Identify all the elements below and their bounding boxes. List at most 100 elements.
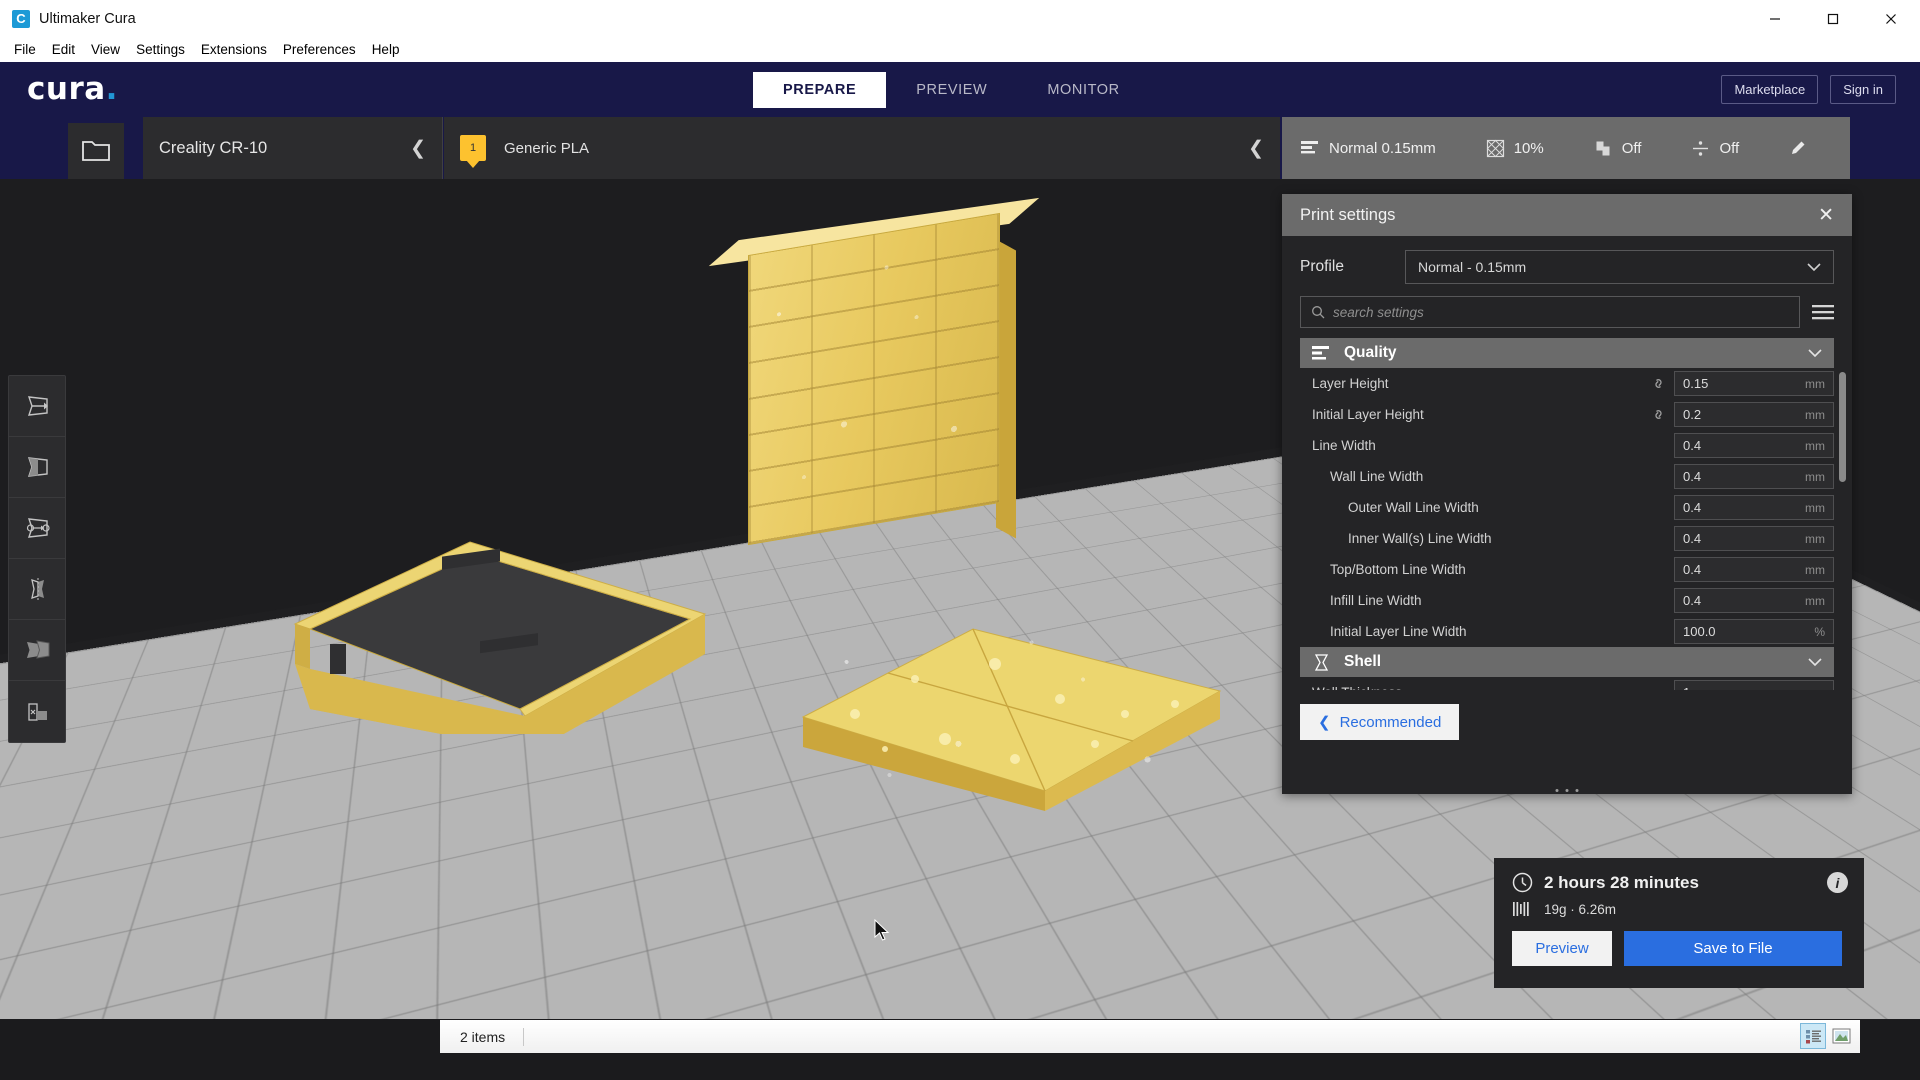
setting-label: Wall Line Width	[1312, 469, 1666, 484]
menu-item-preferences[interactable]: Preferences	[283, 42, 356, 57]
minimize-icon[interactable]	[1746, 0, 1804, 37]
menu-item-edit[interactable]: Edit	[52, 42, 75, 57]
panel-resize-handle[interactable]	[1556, 789, 1579, 792]
setting-label: Initial Layer Height	[1312, 407, 1643, 422]
edit-settings-button[interactable]	[1789, 139, 1807, 157]
setting-field[interactable]: 100.0 %	[1674, 619, 1834, 644]
setting-value: 0.15	[1683, 376, 1708, 391]
recommended-label: Recommended	[1340, 714, 1442, 731]
tab-preview[interactable]: PREVIEW	[886, 72, 1017, 108]
setting-unit: mm	[1805, 594, 1825, 608]
preview-button[interactable]: Preview	[1512, 931, 1612, 966]
setting-value: 100.0	[1683, 624, 1716, 639]
scale-tool[interactable]	[9, 437, 66, 498]
machine-name: Creality CR-10	[159, 139, 410, 158]
tab-monitor[interactable]: MONITOR	[1017, 72, 1149, 108]
profile-value: Normal - 0.15mm	[1418, 259, 1526, 275]
setting-row-infill-line-width[interactable]: Infill Line Width 0.4 mm	[1300, 585, 1834, 616]
setting-row-top-bottom-line-width[interactable]: Top/Bottom Line Width 0.4 mm	[1300, 554, 1834, 585]
setting-field[interactable]: 0.15 mm	[1674, 371, 1834, 396]
machine-selector[interactable]: Creality CR-10 ❮	[143, 117, 443, 179]
open-file-button[interactable]	[68, 123, 124, 179]
rotate-tool[interactable]	[9, 498, 66, 559]
mirror-tool[interactable]	[9, 559, 66, 620]
profile-dropdown[interactable]: Normal - 0.15mm	[1405, 250, 1834, 284]
search-icon	[1311, 305, 1325, 319]
setting-unit: mm	[1805, 470, 1825, 484]
setting-field[interactable]: 0.4 mm	[1674, 588, 1834, 613]
setting-row-inner-wall-line-width[interactable]: Inner Wall(s) Line Width 0.4 mm	[1300, 523, 1834, 554]
material-usage-row: 19g · 6.26m	[1512, 901, 1846, 917]
settings-group-quality[interactable]: Quality	[1300, 338, 1834, 368]
link-icon[interactable]	[1651, 377, 1666, 390]
menu-item-extensions[interactable]: Extensions	[201, 42, 267, 57]
material-selector[interactable]: 1 Generic PLA ❮	[444, 117, 1280, 179]
search-settings-box[interactable]	[1300, 296, 1800, 328]
print-settings-summary[interactable]: Normal 0.15mm 10% Off Off	[1282, 117, 1850, 179]
model-tools-toolbar	[8, 375, 66, 743]
title-bar: C Ultimaker Cura	[0, 0, 1920, 37]
per-model-settings-tool[interactable]	[9, 620, 66, 681]
setting-value: 0.4	[1683, 438, 1701, 453]
group-title-shell: Shell	[1344, 653, 1381, 671]
menu-item-settings[interactable]: Settings	[136, 42, 185, 57]
setting-field[interactable]: 1 mm	[1674, 680, 1834, 690]
model-stone-wall[interactable]	[748, 213, 1000, 545]
material-name: Generic PLA	[504, 140, 589, 157]
summary-infill[interactable]: 10%	[1486, 139, 1544, 158]
setting-row-outer-wall-line-width[interactable]: Outer Wall Line Width 0.4 mm	[1300, 492, 1834, 523]
setting-row-layer-height[interactable]: Layer Height 0.15 mm	[1300, 368, 1834, 399]
setting-field[interactable]: 0.4 mm	[1674, 495, 1834, 520]
summary-adhesion[interactable]: Off	[1691, 139, 1739, 158]
close-icon[interactable]: ✕	[1818, 206, 1834, 225]
mouse-cursor	[874, 919, 892, 943]
setting-row-wall-thickness[interactable]: Wall Thickness 1 mm	[1300, 677, 1834, 690]
app-header: cura. PREPARE PREVIEW MONITOR Marketplac…	[0, 62, 1920, 117]
setting-row-line-width[interactable]: Line Width 0.4 mm	[1300, 430, 1834, 461]
thumbnail-view-icon[interactable]	[1828, 1023, 1854, 1049]
setting-unit: mm	[1805, 501, 1825, 515]
setting-unit: mm	[1805, 686, 1825, 691]
window-title: Ultimaker Cura	[39, 11, 136, 27]
setting-value: 0.2	[1683, 407, 1701, 422]
save-to-file-button[interactable]: Save to File	[1624, 931, 1842, 966]
setting-field[interactable]: 0.4 mm	[1674, 433, 1834, 458]
tab-prepare[interactable]: PREPARE	[753, 72, 886, 108]
cura-wordmark-text: cura	[27, 71, 106, 107]
setting-field[interactable]: 0.2 mm	[1674, 402, 1834, 427]
menu-item-help[interactable]: Help	[372, 42, 400, 57]
summary-support[interactable]: Off	[1594, 139, 1642, 158]
details-view-icon[interactable]	[1800, 1023, 1826, 1049]
close-icon[interactable]	[1862, 0, 1920, 37]
support-blocker-tool[interactable]	[9, 681, 66, 742]
search-input[interactable]	[1333, 305, 1789, 320]
setting-field[interactable]: 0.4 mm	[1674, 557, 1834, 582]
setting-label: Outer Wall Line Width	[1312, 500, 1666, 515]
marketplace-button[interactable]: Marketplace	[1721, 75, 1818, 104]
settings-list[interactable]: Quality Layer Height 0.15 mm Initial Lay…	[1282, 338, 1852, 690]
model-stone-floor[interactable]	[795, 619, 1225, 814]
setting-value: 0.4	[1683, 593, 1701, 608]
settings-scrollbar[interactable]	[1839, 372, 1846, 482]
status-strip: 2 items	[440, 1020, 1860, 1053]
link-icon[interactable]	[1651, 408, 1666, 421]
scale-icon	[23, 454, 53, 480]
setting-field[interactable]: 0.4 mm	[1674, 464, 1834, 489]
menu-item-file[interactable]: File	[14, 42, 36, 57]
menu-item-view[interactable]: View	[91, 42, 120, 57]
recommended-mode-button[interactable]: ❮ Recommended	[1300, 704, 1459, 740]
move-tool[interactable]	[9, 376, 66, 437]
setting-row-initial-layer-height[interactable]: Initial Layer Height 0.2 mm	[1300, 399, 1834, 430]
info-icon[interactable]: i	[1827, 872, 1848, 893]
sign-in-button[interactable]: Sign in	[1830, 75, 1896, 104]
summary-profile[interactable]: Normal 0.15mm	[1300, 139, 1436, 157]
hamburger-icon[interactable]	[1812, 304, 1834, 320]
setting-row-initial-layer-line-width[interactable]: Initial Layer Line Width 100.0 %	[1300, 616, 1834, 647]
setting-value: 0.4	[1683, 531, 1701, 546]
model-floor-frame[interactable]	[290, 534, 710, 734]
material-usage-value: 19g · 6.26m	[1544, 902, 1616, 917]
maximize-icon[interactable]	[1804, 0, 1862, 37]
settings-group-shell[interactable]: Shell	[1300, 647, 1834, 677]
setting-field[interactable]: 0.4 mm	[1674, 526, 1834, 551]
setting-row-wall-line-width[interactable]: Wall Line Width 0.4 mm	[1300, 461, 1834, 492]
